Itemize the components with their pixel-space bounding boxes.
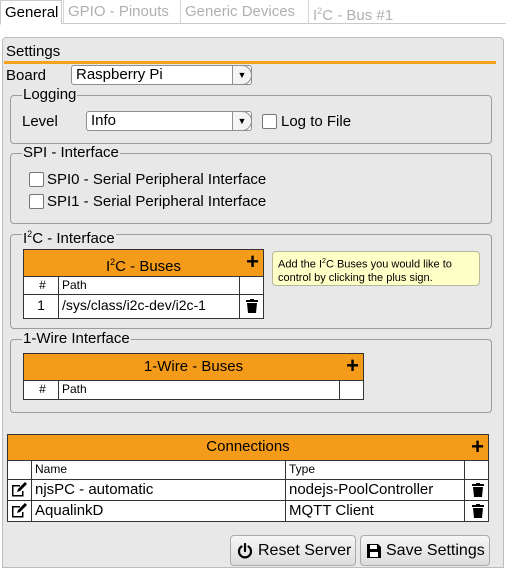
onewire-col-num: # [24,381,59,399]
tooltip-text-pre: Add the I [278,258,323,271]
edit-icon[interactable] [11,503,28,518]
onewire-grid-header: 1-Wire - Buses + [24,354,363,381]
spi0-checkbox[interactable] [29,172,44,187]
trash-icon[interactable] [472,504,484,518]
spi-legend: SPI - Interface [22,144,120,161]
table-row[interactable]: 1 /sys/class/i2c-dev/i2c-1 [24,295,263,318]
tab-generic-devices[interactable]: Generic Devices [180,0,306,24]
tab-generic-label: Generic Devices [185,3,296,20]
onewire-col-path: Path [59,381,340,399]
i2c-grid-column-header: # Path [24,277,263,295]
tab-i2c-bus-1[interactable]: I2C - Bus #1 [308,0,408,24]
add-connection-plus-icon[interactable]: + [471,436,484,458]
connection-name: njsPC - automatic [32,480,286,500]
connections-header: Connections + [8,435,488,461]
settings-title: Settings [6,43,61,60]
connection-name: AqualinkD [32,501,286,521]
connection-edit-cell [8,501,32,521]
save-settings-label: Save Settings [386,542,485,559]
connections-col-name: Name [32,461,286,479]
board-select-value: Raspberry Pi [76,66,163,83]
reset-server-button[interactable]: Reset Server [230,535,356,566]
connection-edit-cell [8,480,32,500]
log-to-file-label: Log to File [281,113,352,130]
reset-server-label: Reset Server [258,542,352,559]
edit-icon[interactable] [11,482,28,497]
connections-col-edit [8,461,32,479]
tab-bar: General GPIO - Pinouts Generic Devices I… [0,0,506,25]
spi1-checkbox[interactable] [29,194,44,209]
chevron-down-icon: ▼ [232,65,252,85]
connections-col-type: Type [286,461,465,479]
onewire-grid-title: 1-Wire - Buses [143,358,244,375]
add-onewire-bus-plus-icon[interactable]: + [346,355,359,377]
onewire-grid-column-header: # Path [24,381,363,399]
i2c-col-path: Path [59,277,240,294]
i2c-legend: I2C - Interface [22,226,116,247]
floppy-disk-icon [367,544,381,558]
spi1-label: SPI1 - Serial Peripheral Interface [47,193,267,210]
page-root: General GPIO - Pinouts Generic Devices I… [0,0,506,568]
board-label: Board [6,67,47,84]
spi0-label: SPI0 - Serial Peripheral Interface [47,171,267,188]
connections-title: Connections [206,438,290,455]
add-i2c-bus-plus-icon[interactable]: + [246,251,259,273]
tab-gpio-pinouts[interactable]: GPIO - Pinouts [63,0,178,24]
i2c-grid-title-post: C - Buses [115,258,182,275]
save-settings-button[interactable]: Save Settings [360,535,490,566]
i2c-legend-post: C - Interface [32,230,115,247]
i2c-grid-header: I2C - Buses + [24,250,263,277]
trash-icon[interactable] [472,483,484,497]
tab-general-label: General [5,4,59,21]
board-select[interactable]: Raspberry Pi ▼ [71,65,252,85]
i2c-row-path: /sys/class/i2c-dev/i2c-1 [59,295,240,318]
log-level-label: Level [22,113,58,130]
log-level-select[interactable]: Info ▼ [86,111,252,131]
tab-i2c-label-post: C - Bus #1 [322,7,394,24]
table-row[interactable]: AqualinkD MQTT Client [8,501,488,521]
log-to-file-checkbox[interactable] [262,114,277,129]
onewire-buses-grid: 1-Wire - Buses + # Path [23,353,364,400]
i2c-row-num: 1 [24,295,59,318]
i2c-col-num: # [24,277,59,294]
chevron-down-icon: ▼ [232,111,252,131]
connections-column-header: Name Type [8,461,488,480]
spi-group [10,153,492,224]
table-row[interactable]: njsPC - automatic nodejs-PoolController [8,480,488,501]
settings-title-underline [4,61,496,64]
tab-general[interactable]: General [0,0,62,25]
i2c-help-tooltip: Add the I2C Buses you would like to cont… [272,251,480,286]
log-level-value: Info [91,112,117,129]
tab-gpio-label: GPIO - Pinouts [68,3,169,20]
onewire-legend: 1-Wire Interface [22,330,131,347]
connections-grid: Connections + Name Type njsPC - automati… [7,434,489,522]
logging-legend: Logging [22,86,78,103]
i2c-buses-grid: I2C - Buses + # Path 1 /sys/class/i2c-de… [23,249,264,319]
connection-type: nodejs-PoolController [286,480,465,500]
connection-type: MQTT Client [286,501,465,521]
power-icon [237,543,253,559]
trash-icon[interactable] [246,299,258,313]
